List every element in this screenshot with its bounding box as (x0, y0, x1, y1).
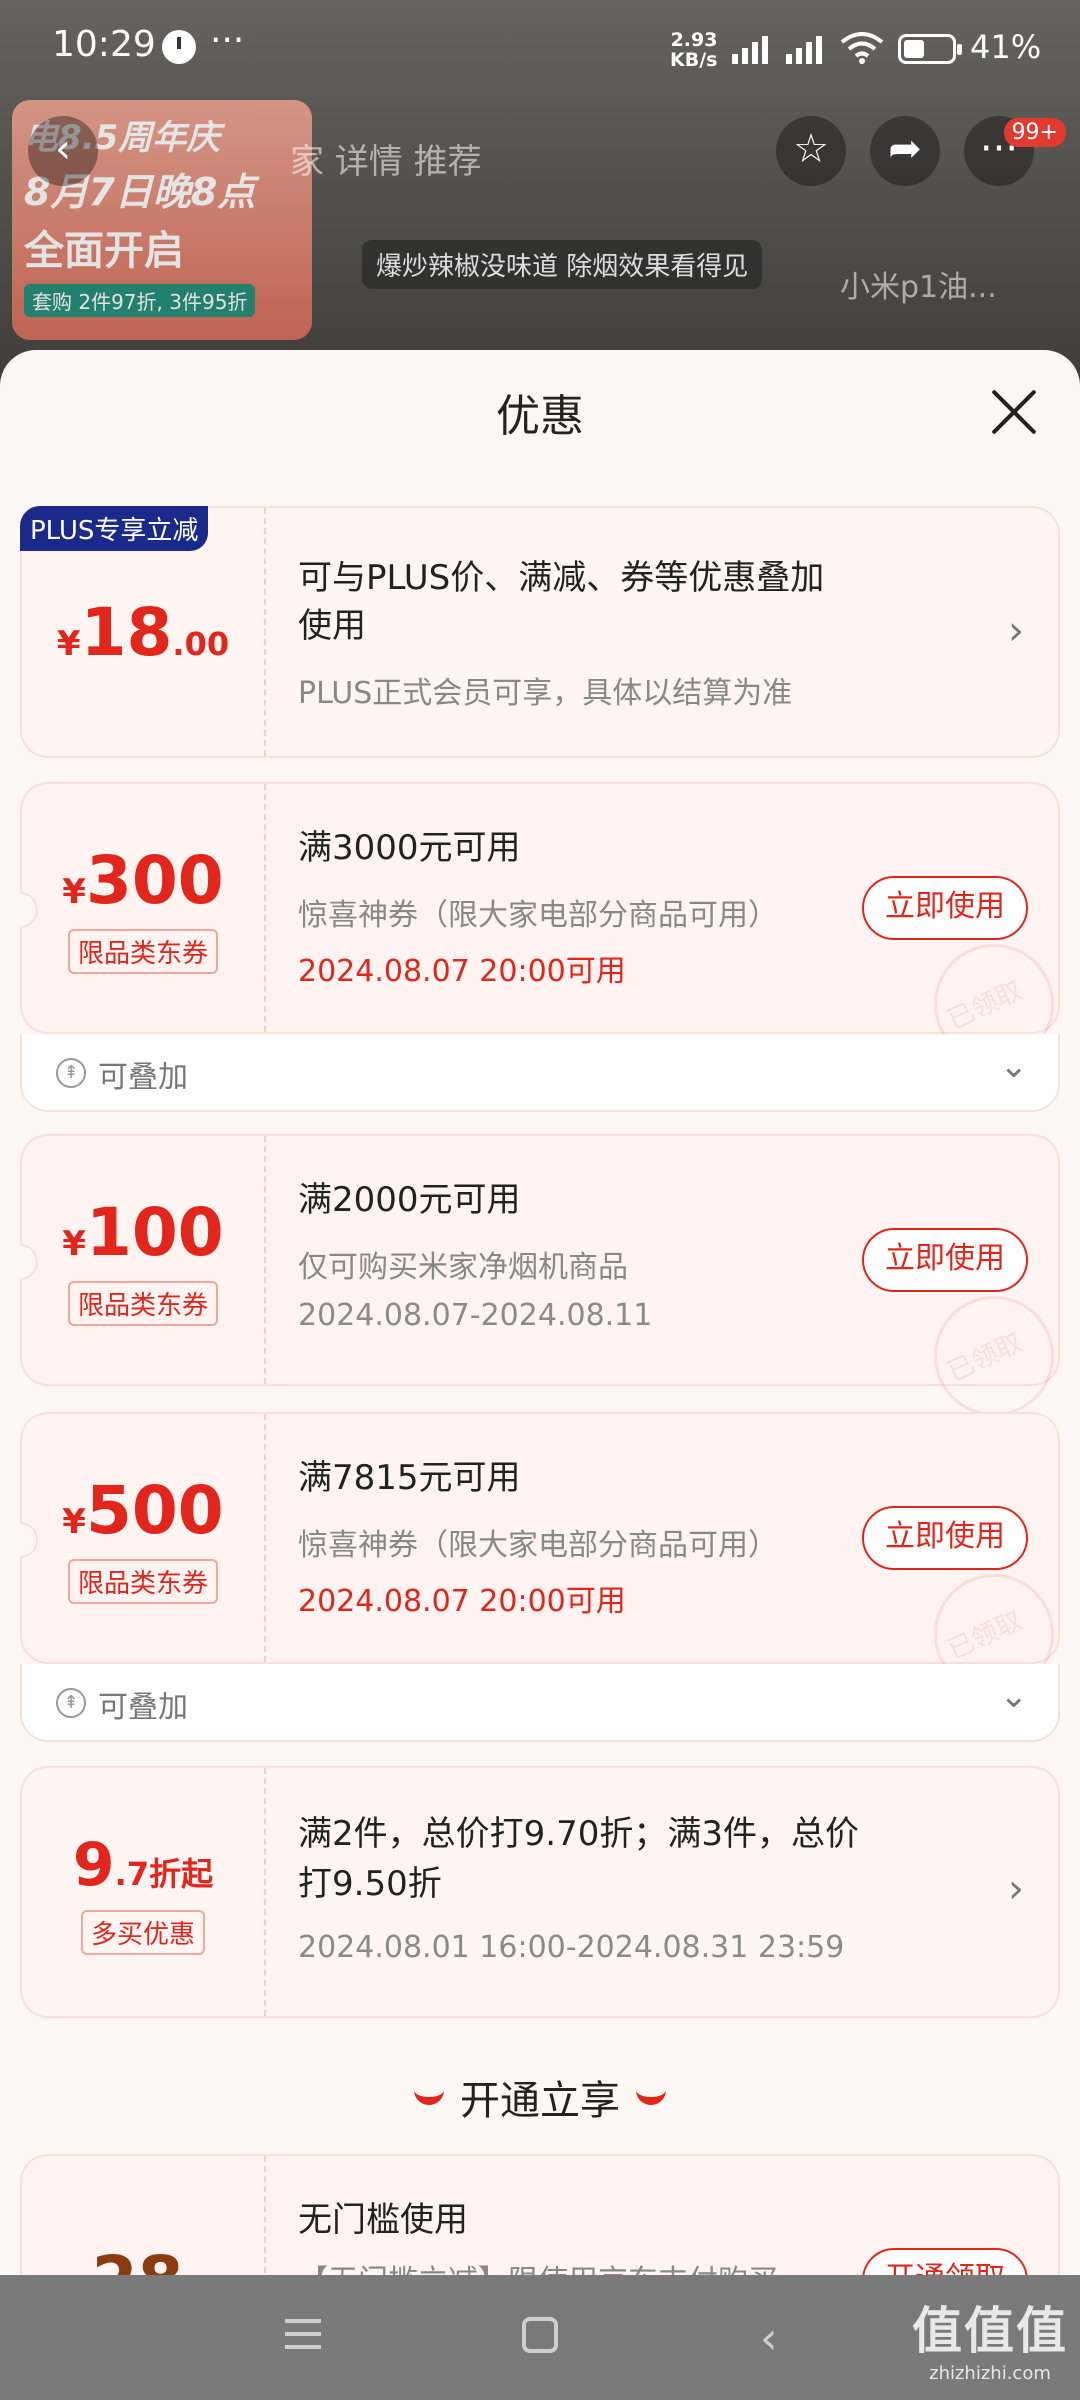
stack-icon: ⇞ (56, 1058, 86, 1088)
coupon-amount: ¥300 限品类东券 (22, 784, 264, 1032)
coupon-type-tag: 限品类东券 (67, 929, 218, 974)
coupon-threshold: 满2000元可用 (298, 1180, 521, 1220)
chevron-right-icon[interactable]: › (1008, 1866, 1024, 1912)
battery-level: 41% (970, 28, 1042, 66)
stackable-label: 可叠加 (98, 1060, 188, 1095)
wifi-icon (840, 32, 884, 64)
discount-note: PLUS正式会员可享，具体以结算为准 (298, 676, 793, 711)
network-speed-unit: KB/s (670, 49, 718, 71)
coupon-validity: 2024.08.07 20:00可用 (298, 954, 626, 989)
coupon-card: ¥300 限品类东券 满3000元可用 惊喜神券（限大家电部分商品可用） 202… (20, 782, 1060, 1064)
dashed-divider (264, 784, 266, 1032)
amount-value: ¥300 (62, 842, 224, 919)
related-product-label: 小米p1油... (840, 270, 997, 305)
smile-decoration-icon (636, 2089, 666, 2105)
promo-line: 全面开启 (24, 228, 184, 274)
claimed-stamp: 已领取 (934, 1296, 1054, 1416)
system-nav-bar: ‹ 值值值 zhizhizhi.com (0, 2275, 1080, 2400)
message-count-badge: 99+ (1003, 118, 1066, 147)
coupon-threshold: 满3000元可用 (298, 828, 521, 868)
use-now-button[interactable]: 立即使用 (862, 876, 1028, 940)
coupon-validity: 2024.08.07 20:00可用 (298, 1584, 626, 1619)
page-tabs[interactable]: 家 详情 推荐 (290, 134, 482, 183)
sheet-title: 优惠 (496, 391, 584, 442)
plus-discount-card[interactable]: PLUS专享立减 ¥18.00 可与PLUS价、满减、券等优惠叠加 使用 PLU… (20, 506, 1060, 758)
amount-value: 9.7折起 (72, 1829, 214, 1900)
home-icon[interactable] (522, 2317, 558, 2353)
amount-value: ¥100 (62, 1194, 224, 1271)
discount-type-tag: 多买优惠 (80, 1909, 205, 1955)
dashed-divider (264, 1768, 266, 2016)
coupon-card: ¥28.8 无门槛使用 【无门槛立减】限使用京东支付购买 开通领取 (20, 2154, 1060, 2275)
dashed-divider (264, 1136, 266, 1384)
dashed-divider (264, 2156, 266, 2275)
site-watermark: 值值值 zhizhizhi.com (912, 2302, 1068, 2384)
coupon-amount: ¥28.8 (22, 2156, 264, 2276)
network-speed: 2.93 KB/s (670, 30, 717, 70)
multi-buy-discount-card[interactable]: 9.7折起 多买优惠 满2件，总价打9.70折；满3件，总价 打9.50折 20… (20, 1766, 1060, 2018)
close-icon[interactable] (990, 388, 1038, 436)
chevron-right-icon[interactable]: › (1008, 608, 1024, 654)
amount-value: ¥500 (62, 1472, 224, 1549)
signal-icon (786, 36, 822, 64)
back-icon[interactable]: ‹ (760, 2313, 778, 2364)
coupon-amount: ¥500 限品类东券 (22, 1414, 264, 1662)
chevron-down-icon[interactable]: ⌄ (1000, 1046, 1029, 1086)
discount-amount: 9.7折起 多买优惠 (22, 1768, 264, 2016)
discount-description: 使用 (298, 606, 366, 646)
discount-description: 打9.50折 (298, 1864, 442, 1904)
coupon-scope: 仅可购买米家净烟机商品 (298, 1250, 628, 1285)
share-icon[interactable]: ➦ (870, 116, 940, 186)
coupon-card: ¥500 限品类东券 满7815元可用 惊喜神券（限大家电部分商品可用） 202… (20, 1412, 1060, 1694)
chevron-down-icon[interactable]: ⌄ (1000, 1676, 1029, 1716)
more-notifications-icon: ··· (210, 20, 245, 61)
stack-icon: ⇞ (56, 1688, 86, 1718)
promo-subtitle: 套购 2件97折, 3件95折 (24, 284, 256, 317)
coupon-threshold: 无门槛使用 (298, 2200, 468, 2240)
battery-icon (898, 34, 962, 64)
status-bar: 10:29 ··· 2.93 KB/s 41% (0, 0, 1080, 100)
signal-icon (732, 36, 768, 64)
favorite-star-icon[interactable]: ☆ (776, 116, 846, 186)
network-speed-value: 2.93 (670, 29, 718, 51)
plus-badge: PLUS专享立减 (20, 506, 209, 551)
coupon-threshold: 满7815元可用 (298, 1458, 521, 1498)
use-now-button[interactable]: 立即使用 (862, 1228, 1028, 1292)
stackable-row[interactable]: ⇞ 可叠加 ⌄ (20, 1034, 1060, 1112)
coupon-scope: 【无门槛立减】限使用京东支付购买 (298, 2256, 778, 2275)
coupon-validity: 2024.08.07-2024.08.11 (298, 1298, 653, 1333)
discount-description: 满2件，总价打9.70折；满3件，总价 (298, 1814, 859, 1854)
amount-value: ¥18.00 (56, 593, 230, 671)
section-title: 开通立享 (0, 2068, 1080, 2126)
discount-sheet: 优惠 PLUS专享立减 ¥18.00 可与PLUS价、满减、券等优惠叠加 使用 … (0, 350, 1080, 2275)
activate-claim-button[interactable]: 开通领取 (862, 2248, 1028, 2275)
alarm-clock-icon (162, 30, 196, 64)
coupon-type-tag: 限品类东券 (67, 1559, 218, 1604)
coupon-type-tag: 限品类东券 (67, 1281, 218, 1326)
video-caption: 爆炒辣椒没味道 除烟效果看得见 (362, 240, 763, 289)
recent-apps-icon[interactable] (285, 2319, 321, 2349)
discount-description: 可与PLUS价、满减、券等优惠叠加 (298, 558, 825, 598)
stackable-label: 可叠加 (98, 1690, 188, 1725)
dashed-divider (264, 508, 266, 756)
stackable-row[interactable]: ⇞ 可叠加 ⌄ (20, 1664, 1060, 1742)
back-arrow-icon[interactable]: ‹ (28, 116, 98, 186)
discount-validity: 2024.08.01 16:00-2024.08.31 23:59 (298, 1930, 845, 1965)
coupon-scope: 惊喜神券（限大家电部分商品可用） (298, 1528, 778, 1563)
coupon-amount: ¥100 限品类东券 (22, 1136, 264, 1384)
coupon-card: ¥100 限品类东券 满2000元可用 仅可购买米家净烟机商品 2024.08.… (20, 1134, 1060, 1416)
amount-value: ¥28.8 (68, 2242, 218, 2276)
dashed-divider (264, 1414, 266, 1662)
coupon-scope: 惊喜神券（限大家电部分商品可用） (298, 898, 778, 933)
clock-time: 10:29 (52, 24, 156, 65)
smile-decoration-icon (414, 2089, 444, 2105)
use-now-button[interactable]: 立即使用 (862, 1506, 1028, 1570)
